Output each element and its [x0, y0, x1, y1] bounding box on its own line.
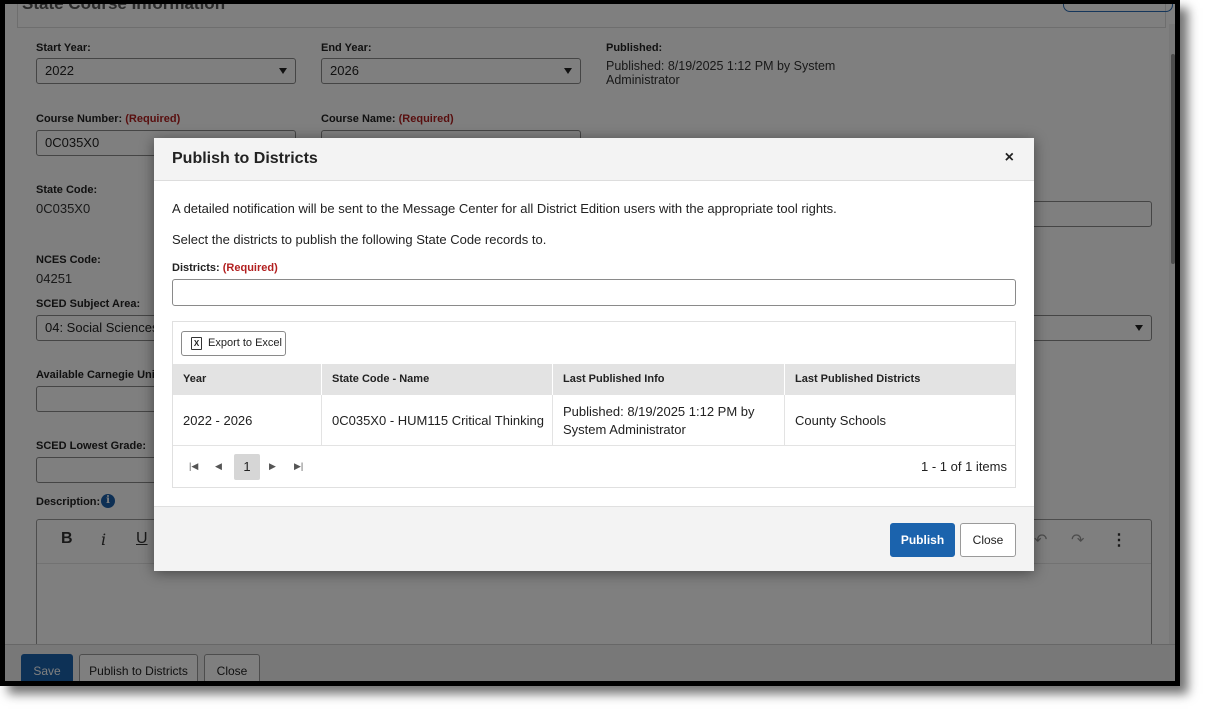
publish-button[interactable]: Publish — [890, 523, 955, 557]
previous-page-icon[interactable]: ◀ — [215, 461, 222, 472]
pager-summary: 1 - 1 of 1 items — [921, 459, 1007, 474]
table-row[interactable]: 2022 - 2026 0C035X0 - HUM115 Critical Th… — [173, 395, 1015, 446]
required-marker: (Required) — [222, 262, 278, 274]
close-icon[interactable]: × — [1005, 149, 1014, 167]
export-label: Export to Excel — [208, 337, 282, 349]
dialog-footer: Publish Close — [154, 506, 1034, 571]
grid-header: Year State Code - Name Last Published In… — [173, 364, 1015, 395]
state-course-form: State Course Information Start Year: 202… — [5, 4, 1175, 681]
notification-text: A detailed notification will be sent to … — [172, 201, 837, 216]
last-page-icon[interactable]: ▶| — [294, 461, 303, 472]
export-to-excel-button[interactable]: X Export to Excel — [181, 331, 286, 356]
dialog-header: Publish to Districts × — [154, 138, 1034, 181]
cell-year: 2022 - 2026 — [173, 395, 322, 446]
cell-state-code-name: 0C035X0 - HUM115 Critical Thinking — [322, 395, 553, 446]
column-header-last-published-info[interactable]: Last Published Info — [553, 364, 785, 395]
records-grid: X Export to Excel Year State Code - Name… — [172, 321, 1016, 488]
dialog-close-button[interactable]: Close — [960, 523, 1016, 557]
districts-label-text: Districts: — [172, 262, 220, 274]
window-frame: State Course Information Start Year: 202… — [0, 0, 1180, 686]
cell-last-published-info: Published: 8/19/2025 1:12 PM by System A… — [553, 395, 785, 446]
current-page-button[interactable]: 1 — [234, 454, 260, 480]
first-page-icon[interactable]: |◀ — [189, 461, 198, 472]
cell-last-published-districts: County Schools — [795, 413, 887, 428]
publish-dialog: Publish to Districts × A detailed notifi… — [154, 138, 1034, 571]
column-header-state-code-name[interactable]: State Code - Name — [322, 364, 553, 395]
column-header-last-published-districts[interactable]: Last Published Districts — [785, 364, 1017, 395]
districts-input[interactable] — [172, 279, 1016, 306]
dialog-title: Publish to Districts — [172, 150, 318, 167]
column-header-year[interactable]: Year — [173, 364, 322, 395]
districts-label: Districts: (Required) — [172, 262, 278, 274]
excel-file-icon: X — [191, 337, 202, 350]
instruction-text: Select the districts to publish the foll… — [172, 232, 547, 247]
next-page-icon[interactable]: ▶ — [269, 461, 276, 472]
